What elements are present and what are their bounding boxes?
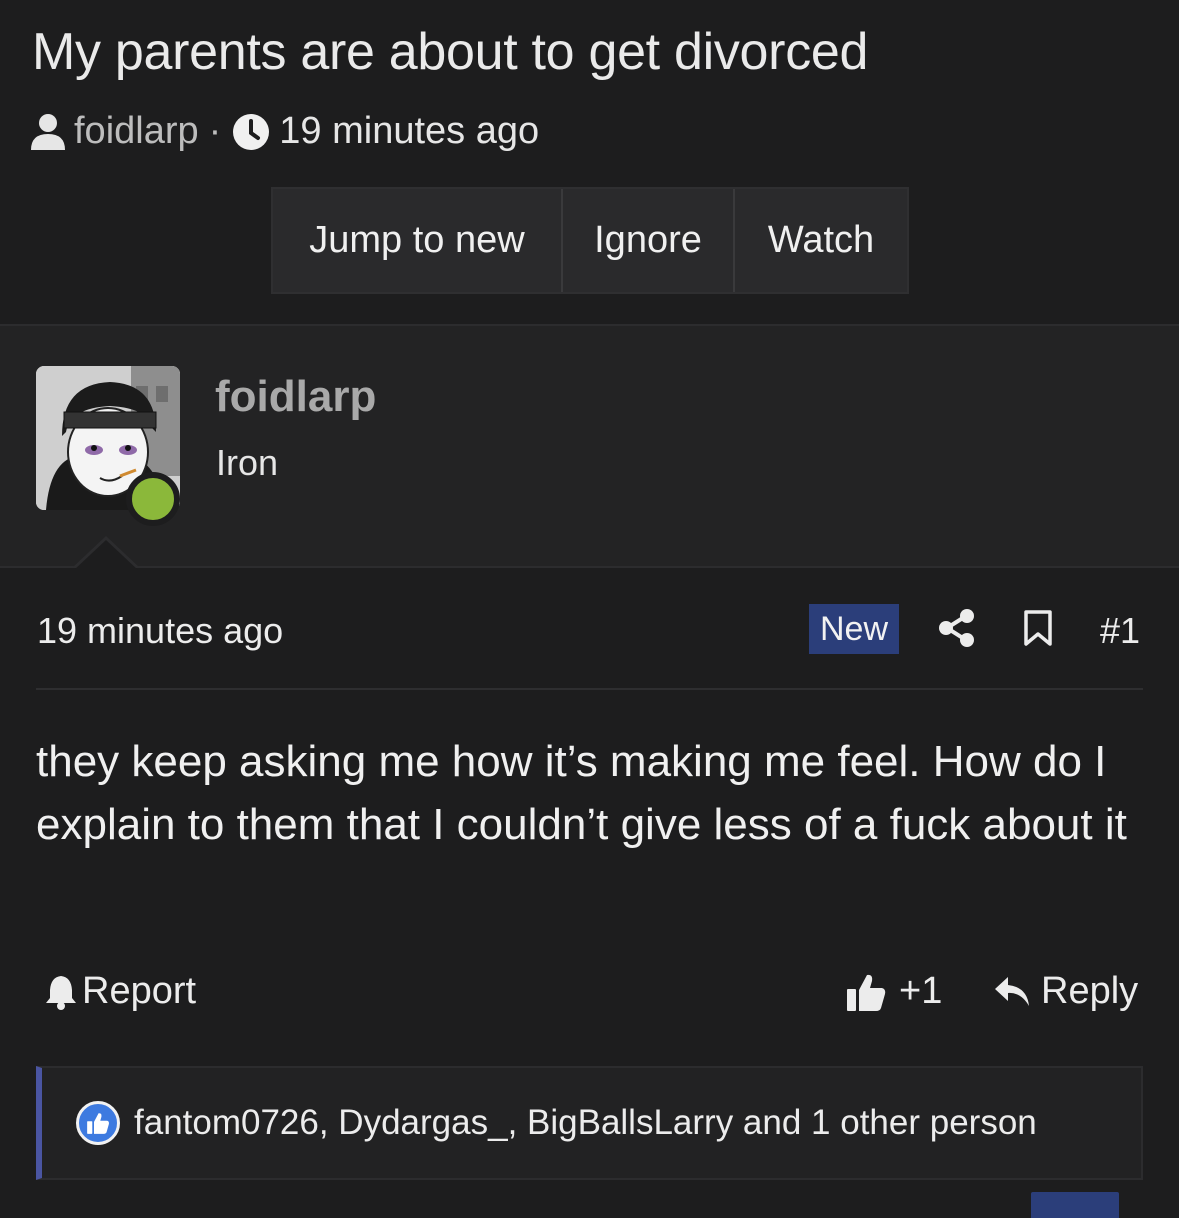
message-arrow-inner (74, 540, 138, 570)
new-badge: New (809, 604, 899, 654)
post-username[interactable]: foidlarp (215, 372, 376, 422)
thread-time[interactable]: 19 minutes ago (279, 110, 539, 153)
report-label: Report (82, 970, 197, 1012)
thread-author-link[interactable]: foidlarp (74, 110, 199, 153)
next-post-indicator (1031, 1192, 1119, 1218)
report-button[interactable]: Report (44, 970, 196, 1013)
user-title: Iron (216, 442, 279, 483)
post-divider (36, 688, 1143, 690)
bookmark-icon[interactable] (1023, 610, 1053, 651)
reactions-bar[interactable]: fantom0726, Dydargas_, BigBallsLarry and… (36, 1066, 1143, 1180)
like-label: +1 (899, 970, 943, 1012)
reply-label: Reply (1041, 970, 1139, 1012)
like-reaction-icon (76, 1101, 120, 1145)
ignore-button[interactable]: Ignore (563, 189, 735, 292)
reactions-text: fantom0726, Dydargas_, BigBallsLarry and… (134, 1103, 1037, 1142)
reply-icon (993, 975, 1031, 1009)
thread-title: My parents are about to get divorced (32, 23, 869, 81)
reply-button[interactable]: Reply (993, 970, 1138, 1013)
meta-separator: · (208, 110, 222, 152)
clock-icon (231, 112, 271, 152)
post-user-block (0, 324, 1179, 568)
online-status-dot (126, 472, 180, 526)
share-icon[interactable] (938, 608, 976, 653)
post-number-link[interactable]: #1 (1100, 610, 1140, 652)
thumbs-up-icon (845, 971, 887, 1013)
post-time[interactable]: 19 minutes ago (37, 610, 283, 652)
jump-to-new-button[interactable]: Jump to new (273, 189, 563, 292)
bell-icon (44, 974, 78, 1010)
user-icon (30, 113, 66, 151)
thread-meta: foidlarp · 19 minutes ago (30, 110, 539, 153)
watch-button[interactable]: Watch (735, 189, 907, 292)
thread-action-buttons: Jump to new Ignore Watch (271, 187, 909, 294)
thread-page: My parents are about to get divorced foi… (0, 0, 1179, 1218)
post-body: they keep asking me how it’s making me f… (36, 737, 1127, 849)
like-button[interactable]: +1 (845, 970, 942, 1013)
